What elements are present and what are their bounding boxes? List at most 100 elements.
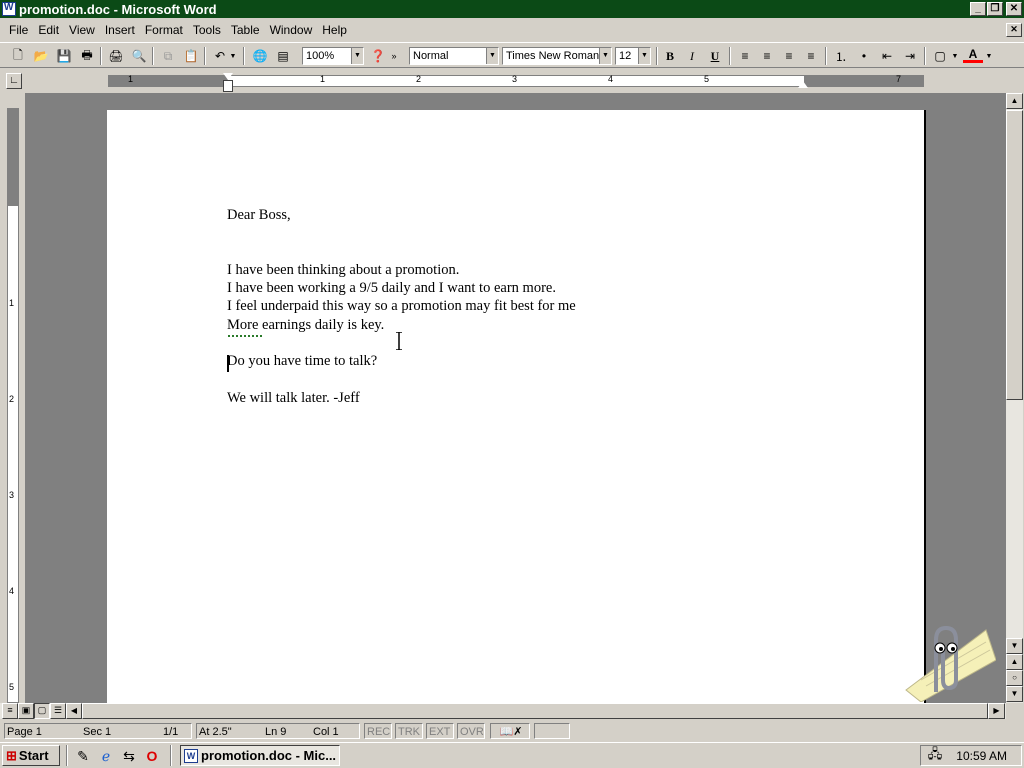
open-folder-icon[interactable]: 📂 — [31, 47, 51, 65]
menu-insert[interactable]: Insert — [100, 23, 140, 37]
start-label: Start — [18, 748, 49, 763]
undo-dropdown-icon[interactable]: ▼ — [228, 47, 238, 65]
align-left-icon[interactable]: ≡ — [735, 47, 755, 65]
font-select[interactable]: Times New Roman ▼ — [502, 47, 612, 65]
print-preview-icon[interactable]: 🖨 — [106, 47, 126, 65]
print-icon[interactable]: 🖶 — [77, 47, 97, 65]
decrease-indent-icon[interactable]: ⇤ — [877, 47, 897, 65]
doc-line: I have been thinking about a promotion. — [227, 261, 460, 278]
status-pages: 1/1 — [163, 726, 179, 738]
web-toolbar-icon[interactable]: 🌐 — [250, 47, 270, 65]
horizontal-scroll-thumb[interactable] — [82, 703, 988, 719]
word-doc-icon: W — [184, 748, 198, 763]
internet-explorer-icon[interactable]: ℯ — [97, 747, 115, 765]
outlook-express-icon[interactable]: ⇆ — [120, 747, 138, 765]
status-ext[interactable]: EXT — [426, 723, 454, 739]
network-tray-icon[interactable]: 🖧 — [928, 745, 943, 767]
next-page-icon[interactable]: ▼ — [1006, 686, 1023, 702]
menu-help[interactable]: Help — [317, 23, 352, 37]
table-icon[interactable]: ▤ — [273, 47, 293, 65]
word-app-icon[interactable] — [2, 2, 16, 16]
taskbar-word-window[interactable]: Wpromotion.doc - Mic... — [180, 745, 340, 766]
justify-icon[interactable]: ≡ — [801, 47, 821, 65]
align-center-icon[interactable]: ≡ — [757, 47, 777, 65]
menu-bar: File Edit View Insert Format Tools Table… — [0, 20, 1024, 40]
grammar-squiggle — [228, 334, 262, 337]
font-color-button[interactable]: A — [963, 47, 983, 63]
status-ovr[interactable]: OVR — [457, 723, 485, 739]
bullet-list-icon[interactable]: • — [854, 47, 874, 65]
ruler-number: 3 — [512, 74, 518, 84]
left-indent-marker[interactable] — [223, 80, 233, 92]
spelling-status-icon[interactable]: 📖✗ — [490, 723, 530, 739]
paste-icon[interactable]: 📋 — [181, 47, 201, 65]
close-button[interactable]: ✕ — [1006, 2, 1022, 16]
zoom-select[interactable]: 100% ▼ — [302, 47, 364, 65]
document-page[interactable]: Dear Boss, I have been thinking about a … — [107, 110, 926, 703]
style-select[interactable]: Normal ▼ — [409, 47, 499, 65]
start-button[interactable]: ⊞ Start — [2, 745, 60, 766]
opera-browser-icon[interactable]: O — [143, 747, 161, 765]
menu-edit[interactable]: Edit — [33, 23, 64, 37]
status-cursor: At 2.5" Ln 9 Col 1 — [196, 723, 360, 739]
scroll-right-icon[interactable]: ▶ — [988, 703, 1005, 719]
web-layout-view-icon[interactable]: ▣ — [18, 703, 34, 719]
italic-button[interactable]: I — [682, 47, 702, 65]
undo-icon[interactable]: ↶ — [210, 47, 230, 65]
help-icon[interactable]: ❓ — [368, 47, 388, 65]
clock[interactable]: 10:59 AM — [956, 749, 1007, 763]
doc-close-button[interactable]: ✕ — [1006, 23, 1022, 37]
font-size-select[interactable]: 12 ▼ — [615, 47, 651, 65]
chevron-down-icon: ▼ — [638, 48, 650, 64]
font-color-dropdown-icon[interactable]: ▼ — [984, 47, 994, 65]
align-right-icon[interactable]: ≡ — [779, 47, 799, 65]
copy-icon[interactable]: ⧉ — [158, 47, 178, 65]
outline-view-icon[interactable]: ☰ — [50, 703, 66, 719]
menu-table[interactable]: Table — [226, 23, 265, 37]
status-trk[interactable]: TRK — [395, 723, 423, 739]
select-browse-object-icon[interactable]: ○ — [1006, 670, 1023, 686]
document-body[interactable]: Dear Boss, I have been thinking about a … — [227, 206, 576, 407]
status-line: Ln 9 — [265, 726, 287, 738]
menu-tools[interactable]: Tools — [188, 23, 226, 37]
title-bar: promotion.doc - Microsoft Word — [0, 0, 1024, 18]
vertical-scroll-thumb[interactable] — [1006, 110, 1023, 400]
scroll-up-icon[interactable]: ▲ — [1006, 93, 1023, 109]
menu-view[interactable]: View — [64, 23, 100, 37]
underline-button[interactable]: U — [705, 47, 725, 65]
ruler-number: 5 — [9, 682, 15, 692]
save-icon[interactable]: 💾 — [54, 47, 74, 65]
doc-line — [227, 371, 576, 389]
office-assistant-clippy-icon[interactable] — [896, 620, 996, 702]
show-desktop-icon[interactable]: ✎ — [74, 747, 92, 765]
menu-format[interactable]: Format — [140, 23, 188, 37]
menu-file[interactable]: File — [4, 23, 33, 37]
normal-view-icon[interactable]: ≡ — [2, 703, 18, 719]
border-icon[interactable]: ▢ — [930, 47, 950, 65]
numbered-list-icon[interactable]: ⒈ — [831, 47, 851, 65]
print-layout-view-icon[interactable]: ▢ — [34, 703, 50, 719]
scroll-left-icon[interactable]: ◀ — [66, 703, 82, 719]
status-column: Col 1 — [313, 726, 339, 738]
bold-button[interactable]: B — [660, 47, 680, 65]
chevron-down-icon: ▼ — [486, 48, 498, 64]
new-document-icon[interactable]: 🗋 — [8, 47, 28, 65]
doc-line: Do you have time to talk? — [227, 353, 378, 370]
ruler-number: 5 — [704, 74, 710, 84]
scroll-down-icon[interactable]: ▼ — [1006, 638, 1023, 654]
right-indent-marker[interactable] — [798, 80, 808, 88]
border-dropdown-icon[interactable]: ▼ — [950, 47, 960, 65]
tab-selector-button[interactable]: ∟ — [6, 73, 22, 89]
status-bar: Page 1 Sec 1 1/1 At 2.5" Ln 9 Col 1 REC TRK … — [0, 721, 1024, 741]
previous-page-icon[interactable]: ▲ — [1006, 654, 1023, 670]
ruler-number: 4 — [9, 586, 15, 596]
menu-window[interactable]: Window — [265, 23, 318, 37]
window-title: promotion.doc - Microsoft Word — [19, 1, 217, 17]
status-rec[interactable]: REC — [364, 723, 392, 739]
doc-line: I have been working a 9/5 daily and I wa… — [227, 280, 556, 297]
increase-indent-icon[interactable]: ⇥ — [900, 47, 920, 65]
minimize-button[interactable]: _ — [970, 2, 986, 16]
magnify-icon[interactable]: 🔍 — [129, 47, 149, 65]
restore-button[interactable]: ❐ — [987, 2, 1003, 16]
more-buttons-icon[interactable]: » — [389, 47, 399, 65]
